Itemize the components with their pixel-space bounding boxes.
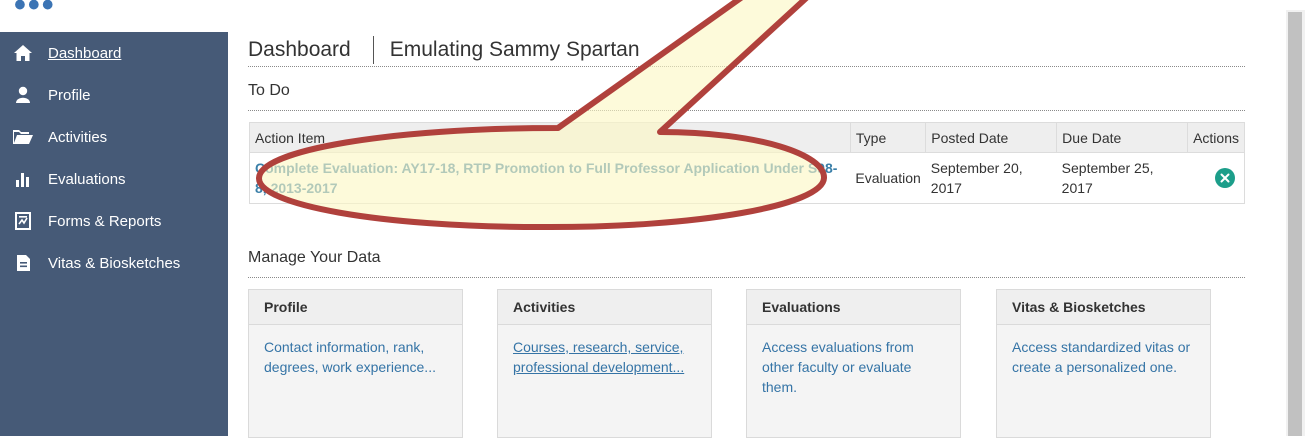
card-vitas-biosketches[interactable]: Vitas & Biosketches Access standardized …	[996, 289, 1211, 438]
card-description[interactable]: Contact information, rank, degrees, work…	[249, 325, 462, 389]
column-header-due-date: Due Date	[1056, 122, 1189, 153]
folder-open-icon	[0, 128, 48, 146]
card-evaluations[interactable]: Evaluations Access evaluations from othe…	[746, 289, 961, 438]
close-icon	[1220, 173, 1230, 183]
sidebar-item-activities[interactable]: Activities	[0, 116, 228, 158]
card-description[interactable]: Courses, research, service, professional…	[498, 325, 711, 389]
title-divider	[372, 36, 374, 64]
sidebar-item-label: Profile	[48, 86, 91, 104]
document-icon	[0, 254, 48, 272]
remove-button[interactable]	[1214, 168, 1235, 188]
logo-area: •••	[0, 0, 228, 32]
sidebar-item-vitas-biosketches[interactable]: Vitas & Biosketches	[0, 242, 228, 284]
type-cell: Evaluation	[850, 152, 926, 204]
sidebar: Dashboard Profile Activities Evaluations…	[0, 32, 228, 436]
report-icon	[0, 212, 48, 230]
title-divider-rule	[248, 66, 1245, 67]
manage-divider-rule	[248, 277, 1245, 278]
column-header-type: Type	[849, 122, 927, 153]
card-title: Evaluations	[747, 290, 960, 325]
user-icon	[0, 86, 48, 104]
page-title: Dashboard Emulating Sammy Spartan	[248, 36, 640, 64]
column-header-action-item: Action Item	[249, 122, 851, 153]
todo-divider-rule	[248, 110, 1245, 111]
sidebar-item-label: Activities	[48, 128, 108, 146]
sidebar-item-forms-reports[interactable]: Forms & Reports	[0, 200, 228, 242]
page-title-text: Dashboard	[248, 38, 351, 61]
card-title: Activities	[498, 290, 711, 325]
sidebar-item-label: Vitas & Biosketches	[48, 254, 181, 272]
column-header-posted-date: Posted Date	[925, 122, 1058, 153]
todo-heading: To Do	[248, 82, 290, 99]
bar-chart-icon	[0, 170, 48, 188]
due-date-cell: September 25, 2017	[1056, 152, 1188, 204]
sidebar-item-profile[interactable]: Profile	[0, 74, 228, 116]
manage-heading: Manage Your Data	[248, 249, 381, 266]
scrollbar-thumb[interactable]	[1288, 12, 1302, 436]
posted-date-cell: September 20, 2017	[925, 152, 1057, 204]
card-activities[interactable]: Activities Courses, research, service, p…	[497, 289, 712, 438]
action-item-cell: Complete Evaluation: AY17-18, RTP Promot…	[249, 152, 851, 204]
table-row: Complete Evaluation: AY17-18, RTP Promot…	[249, 152, 1245, 204]
card-profile[interactable]: Profile Contact information, rank, degre…	[248, 289, 463, 438]
sidebar-item-label: Forms & Reports	[48, 212, 162, 230]
sidebar-item-dashboard[interactable]: Dashboard	[0, 32, 228, 74]
home-icon	[0, 44, 48, 62]
app-logo: •••	[14, 0, 56, 24]
card-title: Vitas & Biosketches	[997, 290, 1210, 325]
page-subtitle: Emulating Sammy Spartan	[389, 38, 640, 61]
card-title: Profile	[249, 290, 462, 325]
column-header-actions: Actions	[1187, 122, 1245, 153]
sidebar-item-label: Dashboard	[48, 44, 122, 62]
table-header-row: Action Item Type Posted Date Due Date Ac…	[249, 122, 1245, 153]
card-description[interactable]: Access standardized vitas or create a pe…	[997, 325, 1210, 389]
todo-table: Action Item Type Posted Date Due Date Ac…	[249, 122, 1245, 204]
sidebar-item-evaluations[interactable]: Evaluations	[0, 158, 228, 200]
sidebar-item-label: Evaluations	[48, 170, 126, 188]
actions-cell	[1187, 152, 1245, 204]
card-description[interactable]: Access evaluations from other faculty or…	[747, 325, 960, 409]
action-item-link[interactable]: Complete Evaluation: AY17-18, RTP Promot…	[255, 160, 837, 196]
